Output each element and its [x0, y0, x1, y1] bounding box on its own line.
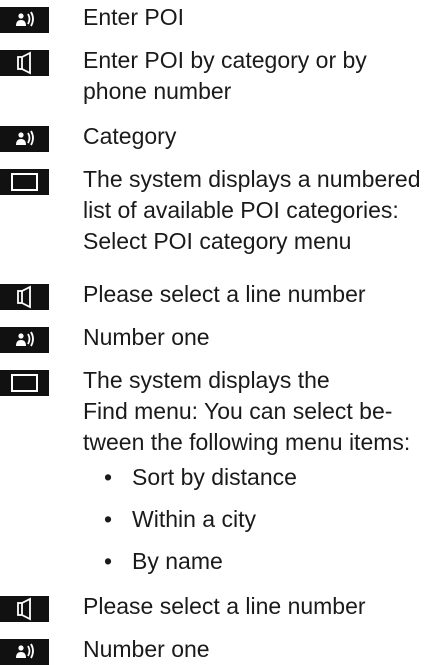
- system-response-icon: [0, 284, 49, 310]
- bullet: •: [104, 548, 113, 574]
- voice-command-icon: [0, 7, 49, 33]
- step-text: Number one: [83, 636, 210, 662]
- step-text-line: list of available POI categories:: [83, 197, 399, 223]
- step-text-line: The system displays a numbered: [83, 166, 421, 192]
- bullet: •: [104, 506, 113, 532]
- voice-command-icon: [0, 126, 49, 152]
- step-text: Number one: [83, 324, 210, 350]
- menu-item-label: Sort by distance: [132, 464, 297, 490]
- step-text-line: The system displays the: [83, 367, 330, 393]
- step-text: Please select a line number: [83, 281, 366, 307]
- display-screen-icon: [0, 169, 49, 195]
- step-text: Enter POI: [83, 4, 184, 30]
- display-screen-icon: [0, 370, 49, 396]
- voice-command-icon: [0, 639, 49, 665]
- step-text-line: tween the following menu items:: [83, 429, 411, 455]
- menu-item-label: By name: [132, 548, 223, 574]
- step-text-line: phone number: [83, 78, 232, 104]
- menu-item-label: Within a city: [132, 506, 256, 532]
- step-text-line: Find menu: You can select be-: [83, 398, 393, 424]
- system-response-icon: [0, 596, 49, 622]
- step-text: Category: [83, 123, 177, 149]
- system-response-icon: [0, 50, 49, 76]
- voice-command-icon: [0, 327, 49, 353]
- step-text: Please select a line number: [83, 593, 366, 619]
- step-text-line: Enter POI by category or by: [83, 47, 367, 73]
- step-text-line: Select POI category menu: [83, 228, 352, 254]
- bullet: •: [104, 464, 113, 490]
